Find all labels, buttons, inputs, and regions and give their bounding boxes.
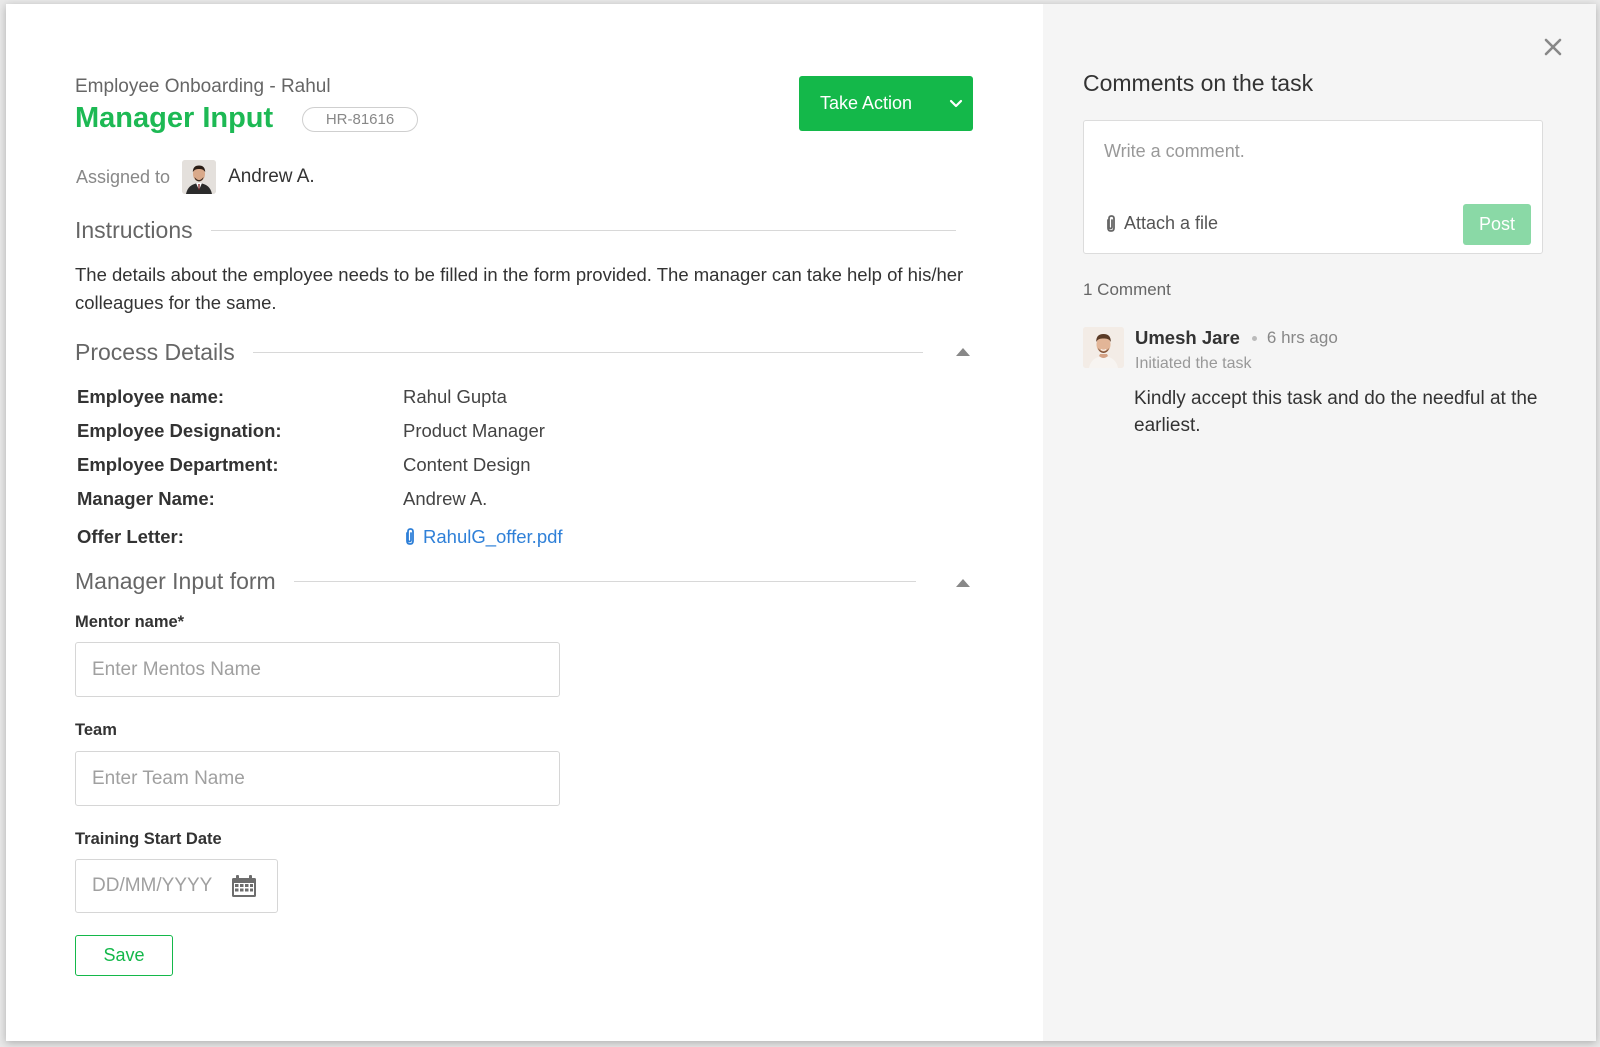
paperclip-icon bbox=[406, 528, 414, 545]
instructions-text: The details about the employee needs to … bbox=[75, 264, 964, 313]
manager-form-heading: Manager Input form bbox=[75, 568, 276, 594]
detail-label: Employee Designation: bbox=[77, 420, 282, 441]
comment-subtitle: Initiated the task bbox=[1135, 355, 1252, 372]
detail-label: Manager Name: bbox=[77, 488, 215, 509]
comment-input[interactable] bbox=[1084, 121, 1542, 201]
detail-row: Employee name: Rahul Gupta bbox=[77, 380, 563, 414]
assignment-row: Assigned to Andrew A. bbox=[76, 160, 315, 194]
comment-timestamp: 6 hrs ago bbox=[1266, 328, 1338, 347]
divider bbox=[210, 230, 956, 231]
detail-value: Product Manager bbox=[403, 420, 545, 441]
mentor-name-input[interactable] bbox=[75, 642, 560, 697]
comment-body: Kindly accept this task and do the needf… bbox=[1134, 388, 1538, 436]
team-input[interactable] bbox=[75, 751, 560, 806]
instructions-heading: Instructions bbox=[75, 217, 193, 243]
detail-row: Manager Name: Andrew A. bbox=[77, 482, 563, 516]
assigned-to-label: Assigned to bbox=[76, 166, 171, 187]
mentor-name-label: Mentor name* bbox=[75, 613, 185, 631]
chevron-down-icon[interactable] bbox=[939, 99, 973, 108]
take-action-label: Take Action bbox=[820, 93, 913, 113]
comment-count: 1 Comment bbox=[1083, 280, 1171, 299]
page-title: Manager Input bbox=[75, 102, 274, 134]
team-label: Team bbox=[75, 721, 117, 739]
paperclip-icon bbox=[1107, 214, 1115, 232]
comment-composer: Attach a file Post bbox=[1083, 120, 1543, 254]
detail-value: Rahul Gupta bbox=[403, 386, 507, 407]
assignee-name: Andrew A. bbox=[228, 166, 315, 187]
manager-form-heading-row: Manager Input form bbox=[75, 568, 916, 595]
task-modal: Employee Onboarding - Rahul Manager Inpu… bbox=[6, 4, 1596, 1041]
close-icon[interactable] bbox=[1542, 36, 1564, 58]
detail-label: Employee Department: bbox=[77, 454, 279, 475]
separator-dot bbox=[1251, 335, 1257, 341]
detail-label: Offer Letter: bbox=[77, 526, 184, 547]
calendar-icon[interactable] bbox=[231, 874, 257, 898]
save-button[interactable]: Save bbox=[75, 935, 173, 976]
collapse-process-details-icon[interactable] bbox=[956, 348, 970, 356]
detail-row: Employee Department: Content Design bbox=[77, 448, 563, 482]
training-start-date-label: Training Start Date bbox=[75, 830, 222, 848]
avatar bbox=[1083, 327, 1124, 368]
comment-author: Umesh Jare bbox=[1135, 327, 1240, 348]
training-start-date-input[interactable] bbox=[76, 875, 231, 897]
divider bbox=[293, 581, 916, 582]
attach-file-button[interactable]: Attach a file bbox=[1104, 213, 1218, 234]
post-button[interactable]: Post bbox=[1463, 204, 1531, 245]
detail-value: Andrew A. bbox=[403, 488, 488, 509]
detail-value: Content Design bbox=[403, 454, 531, 475]
collapse-manager-form-icon[interactable] bbox=[956, 579, 970, 587]
offer-letter-link[interactable]: RahulG_offer.pdf bbox=[403, 526, 563, 548]
process-details-heading-row: Process Details bbox=[75, 339, 923, 366]
offer-letter-filename: RahulG_offer.pdf bbox=[423, 526, 563, 547]
comments-panel: Comments on the task Attach a file Post … bbox=[1043, 4, 1596, 1041]
task-details-panel: Employee Onboarding - Rahul Manager Inpu… bbox=[6, 4, 1043, 1041]
process-details-list: Employee name: Rahul Gupta Employee Desi… bbox=[77, 380, 563, 558]
comments-title: Comments on the task bbox=[1083, 70, 1314, 96]
process-details-heading: Process Details bbox=[75, 339, 235, 365]
instructions-heading-row: Instructions bbox=[75, 217, 956, 244]
training-start-date-field[interactable] bbox=[75, 859, 278, 913]
detail-row-offer-letter: Offer Letter: RahulG_offer.pdf bbox=[77, 516, 563, 558]
take-action-button[interactable]: Take Action bbox=[799, 76, 973, 131]
breadcrumb: Employee Onboarding - Rahul bbox=[75, 76, 331, 97]
detail-label: Employee name: bbox=[77, 386, 225, 407]
assignee-avatar bbox=[182, 160, 217, 194]
detail-row: Employee Designation: Product Manager bbox=[77, 414, 563, 448]
task-id-badge: HR-81616 bbox=[302, 107, 418, 132]
comment-header: Umesh Jare 6 hrs ago bbox=[1135, 327, 1338, 349]
attach-file-label: Attach a file bbox=[1124, 213, 1219, 233]
divider bbox=[252, 352, 923, 353]
